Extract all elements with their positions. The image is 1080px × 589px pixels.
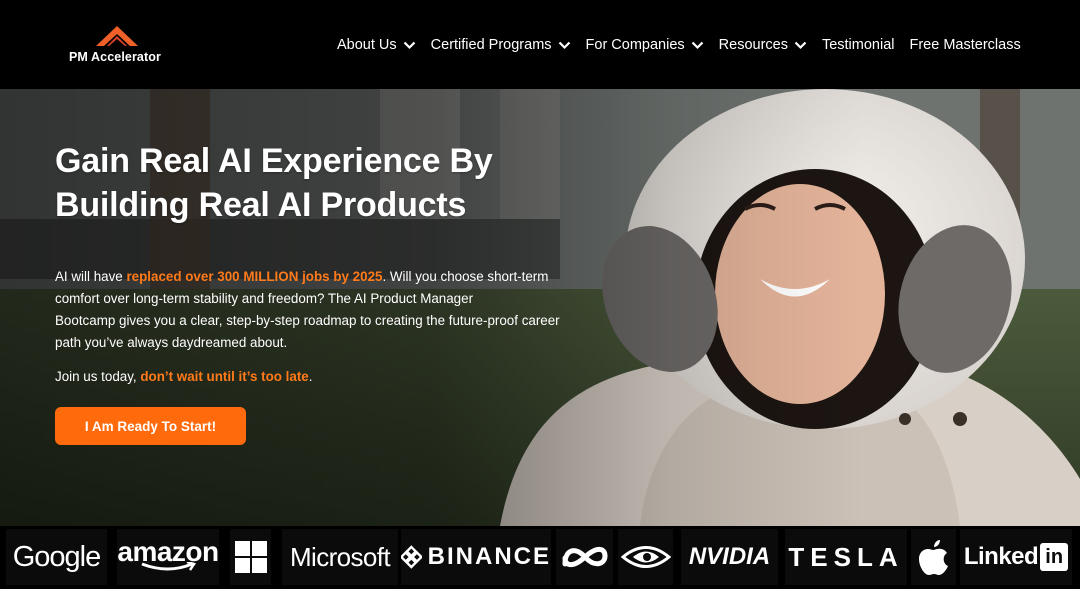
- hero-section: Gain Real AI Experience By Building Real…: [0, 89, 1080, 526]
- hero-body-line-4: path you’ve always daydreamed about.: [55, 335, 288, 350]
- join-highlight: don’t wait until it’s too late: [140, 369, 309, 384]
- nav-about-us-label: About Us: [337, 37, 397, 53]
- nav-free-masterclass[interactable]: Free Masterclass: [910, 37, 1021, 53]
- apple-icon: [918, 540, 948, 575]
- nvidia-logo-text: NVIDIA: [688, 543, 771, 570]
- nav-certified-programs-label: Certified Programs: [430, 37, 552, 53]
- nav-for-companies[interactable]: For Companies: [586, 37, 704, 53]
- hero-title: Gain Real AI Experience By Building Real…: [55, 139, 595, 227]
- hero-body-line-3: Bootcamp gives you a clear, step-by-step…: [55, 313, 560, 328]
- nav-resources[interactable]: Resources: [719, 37, 807, 53]
- nvidia-logo: NVIDIA: [681, 529, 778, 585]
- join-prefix: Join us today,: [55, 369, 141, 384]
- chevron-down-icon: [403, 41, 415, 49]
- chevron-down-icon: [691, 41, 703, 49]
- tesla-logo: TESLA: [785, 529, 907, 585]
- nvidia-eye-icon: [620, 546, 671, 568]
- microsoft-logo: Microsoft: [282, 529, 398, 585]
- nav-for-companies-label: For Companies: [585, 37, 685, 53]
- hero-title-line-1: Gain Real AI Experience By: [55, 142, 493, 180]
- hero-body-line-2: comfort over long-term stability and fre…: [55, 291, 474, 306]
- hero-description: AI will have replaced over 300 MILLION j…: [55, 266, 610, 354]
- linkedin-in-icon: in: [1040, 543, 1069, 571]
- logo-text: PM Accelerator: [69, 50, 161, 64]
- nav-resources-label: Resources: [718, 37, 788, 53]
- amazon-smile-icon: [141, 562, 196, 571]
- google-logo-text: Google: [12, 540, 102, 573]
- main-nav: About Us Certified Programs For Companie…: [337, 34, 1021, 56]
- join-suffix: .: [308, 369, 313, 384]
- binance-icon: [401, 545, 422, 569]
- chevron-down-icon: [558, 41, 570, 49]
- chevron-down-icon: [794, 41, 807, 49]
- linkedin-logo: Linked in: [960, 529, 1072, 585]
- amazon-logo: amazon: [117, 529, 219, 585]
- hero-body-highlight: replaced over 300 MILLION jobs by 2025: [126, 269, 383, 284]
- meta-logo: [556, 529, 613, 585]
- nav-testimonial[interactable]: Testimonial: [822, 37, 895, 53]
- microsoft-logo-text: Microsoft: [289, 541, 391, 572]
- ready-to-start-button[interactable]: I Am Ready To Start!: [55, 407, 246, 445]
- binance-logo: BINANCE: [401, 529, 551, 585]
- partner-logo-strip: Google amazon Microsoft BINANCE NVIDIA T…: [0, 526, 1080, 589]
- apple-logo: [911, 529, 956, 585]
- nav-free-masterclass-label: Free Masterclass: [909, 37, 1021, 53]
- nvidia-eye-logo: [618, 529, 673, 585]
- google-logo: Google: [6, 529, 107, 585]
- meta-icon: [562, 546, 608, 568]
- site-header: PM Accelerator About Us Certified Progra…: [0, 0, 1080, 89]
- hero-title-line-2: Building Real AI Products: [55, 186, 467, 224]
- nav-certified-programs[interactable]: Certified Programs: [431, 37, 571, 53]
- nav-testimonial-label: Testimonial: [821, 37, 895, 53]
- hero-body-prefix: AI will have: [55, 269, 127, 284]
- tesla-logo-text: TESLA: [788, 541, 904, 572]
- windows-logo: [230, 529, 271, 585]
- pm-accelerator-logo-mark-icon: [96, 26, 138, 46]
- hero-body-line1-rest: . Will you choose short-term: [382, 269, 549, 284]
- linkedin-logo-text: Linked: [963, 543, 1039, 570]
- hero-join-text: Join us today, don’t wait until it’s too…: [55, 366, 610, 388]
- windows-icon: [234, 541, 267, 573]
- nav-about-us[interactable]: About Us: [337, 37, 416, 53]
- pm-accelerator-logo[interactable]: PM Accelerator: [66, 22, 170, 68]
- binance-logo-text: BINANCE: [427, 543, 551, 570]
